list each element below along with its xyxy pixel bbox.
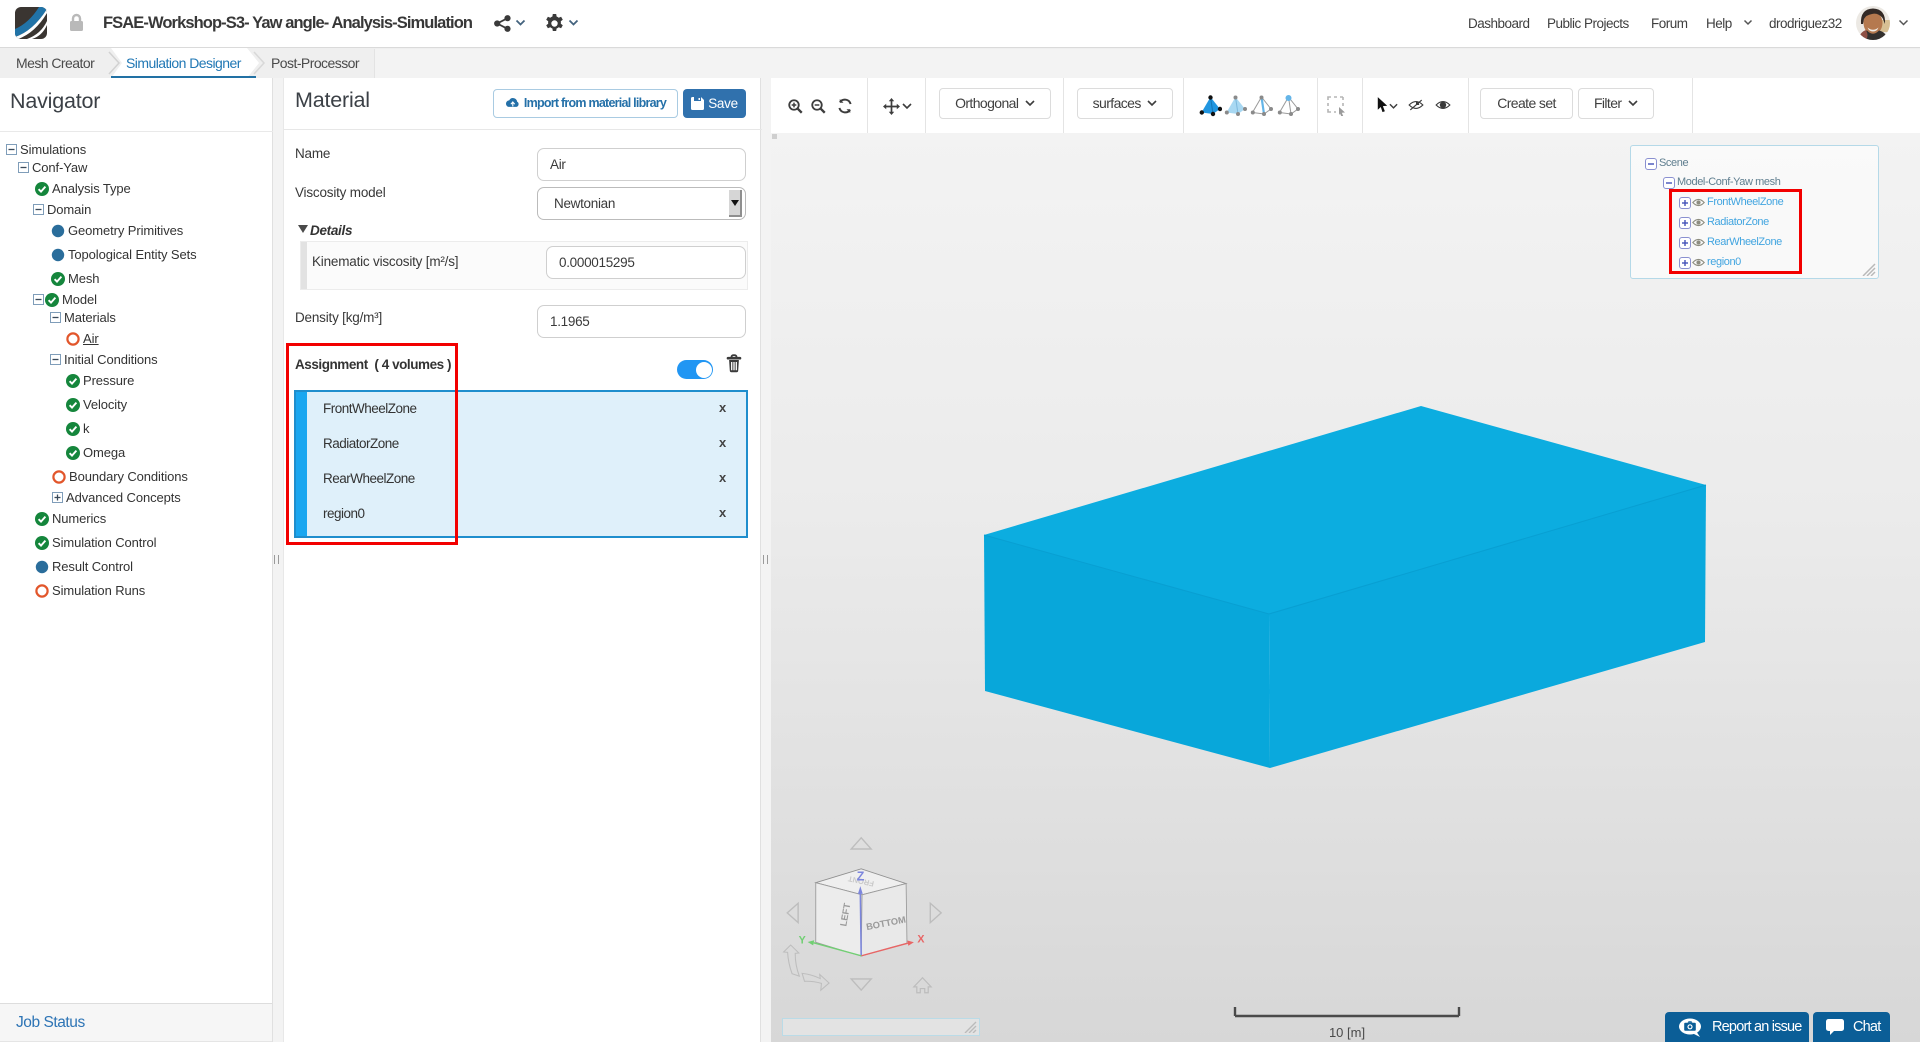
svg-text:Y: Y bbox=[799, 934, 806, 946]
svg-text:Z: Z bbox=[857, 869, 865, 883]
svg-text:X: X bbox=[917, 934, 925, 946]
